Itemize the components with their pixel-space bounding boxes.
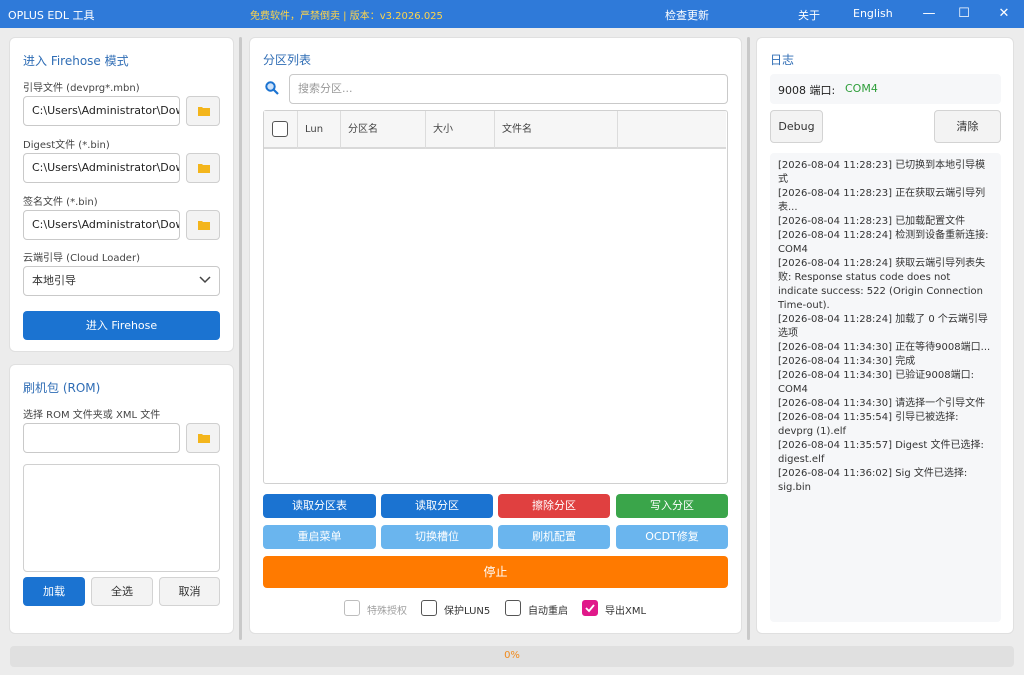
port-label: 9008 端口: <box>778 84 836 97</box>
digest-label: Digest文件 (*.bin) <box>23 140 110 151</box>
log-output[interactable]: [2026-08-04 11:28:23] 已切换到本地引导模式 [2026-0… <box>770 153 1001 622</box>
auto-reboot-label: 自动重启 <box>528 606 568 617</box>
chevron-down-icon <box>199 276 211 284</box>
log-title: 日志 <box>770 53 795 67</box>
port-status: 9008 端口: COM4 <box>770 74 1001 104</box>
special-auth-checkbox[interactable] <box>344 600 360 616</box>
export-xml-checkbox[interactable] <box>582 600 598 616</box>
reboot-menu-button[interactable]: 重启菜单 <box>263 525 376 549</box>
log-line: [2026-08-04 11:34:30] 已验证9008端口: COM4 <box>778 370 975 395</box>
read-partition-button[interactable]: 读取分区 <box>381 494 493 518</box>
partition-panel: 分区列表 搜索分区... Lun 分区名 大小 文件名 读取分区表 读取分区 擦… <box>249 37 742 634</box>
export-xml-label: 导出XML <box>605 606 647 617</box>
folder-icon <box>198 434 210 443</box>
sig-path-input[interactable]: C:\Users\Administrator\Dow <box>23 210 180 240</box>
log-line: [2026-08-04 11:28:23] 正在获取云端引导列表... <box>778 188 986 213</box>
protect-lun5-label: 保护LUN5 <box>444 606 491 617</box>
search-icon <box>265 81 279 95</box>
log-line: [2026-08-04 11:35:57] Digest 文件已选择: dige… <box>778 440 984 465</box>
rom-select-label: 选择 ROM 文件夹或 XML 文件 <box>23 410 161 421</box>
log-line: [2026-08-04 11:34:30] 请选择一个引导文件 <box>778 398 986 409</box>
firehose-title: 进入 Firehose 模式 <box>23 54 129 68</box>
select-all-header <box>264 111 298 149</box>
log-line: [2026-08-04 11:28:23] 已切换到本地引导模式 <box>778 160 986 185</box>
flash-config-button[interactable]: 刷机配置 <box>498 525 610 549</box>
protect-lun5-checkbox[interactable] <box>421 600 437 616</box>
partition-table-header: Lun 分区名 大小 文件名 <box>264 111 726 149</box>
cloud-loader-value: 本地引导 <box>32 274 76 287</box>
cloud-loader-select[interactable]: 本地引导 <box>23 266 220 296</box>
digest-browse-button[interactable] <box>186 153 220 183</box>
rom-title: 刷机包 (ROM) <box>23 381 101 395</box>
folder-icon <box>198 164 210 173</box>
rom-path-input[interactable] <box>23 423 180 453</box>
log-line: [2026-08-04 11:28:24] 加载了 0 个云端引导选项 <box>778 314 988 339</box>
partition-list-title: 分区列表 <box>263 53 312 67</box>
load-button[interactable]: 加载 <box>23 577 85 606</box>
select-all-checkbox[interactable] <box>272 121 288 137</box>
close-button[interactable]: ✕ <box>989 3 1019 25</box>
column-partition-name[interactable]: 分区名 <box>341 111 426 149</box>
maximize-button[interactable]: ☐ <box>949 3 979 25</box>
clear-log-button[interactable]: 清除 <box>934 110 1001 143</box>
rom-browse-button[interactable] <box>186 423 220 453</box>
partition-search-input[interactable]: 搜索分区... <box>289 74 728 104</box>
cloud-loader-label: 云端引导 (Cloud Loader) <box>23 253 140 264</box>
ocdt-repair-button[interactable]: OCDT修复 <box>616 525 728 549</box>
rom-panel: 刷机包 (ROM) 选择 ROM 文件夹或 XML 文件 加载 全选 取消 <box>9 364 234 634</box>
log-line: [2026-08-04 11:35:54] 引导已被选择: devprg (1)… <box>778 412 959 437</box>
folder-icon <box>198 107 210 116</box>
loader-browse-button[interactable] <box>186 96 220 126</box>
column-lun[interactable]: Lun <box>298 111 341 149</box>
sig-label: 签名文件 (*.bin) <box>23 197 98 208</box>
column-size[interactable]: 大小 <box>426 111 495 149</box>
read-partition-table-button[interactable]: 读取分区表 <box>263 494 376 518</box>
cancel-button[interactable]: 取消 <box>159 577 220 606</box>
enter-firehose-button[interactable]: 进入 Firehose <box>23 311 220 340</box>
stop-button[interactable]: 停止 <box>263 556 728 588</box>
progress-text: 0% <box>504 650 520 661</box>
digest-path-input[interactable]: C:\Users\Administrator\Dow <box>23 153 180 183</box>
log-line: [2026-08-04 11:36:02] Sig 文件已选择: sig.bin <box>778 468 968 493</box>
log-line: [2026-08-04 11:34:30] 正在等待9008端口... <box>778 342 991 353</box>
log-line: [2026-08-04 11:34:30] 完成 <box>778 356 916 367</box>
auto-reboot-checkbox[interactable] <box>505 600 521 616</box>
log-panel: 日志 9008 端口: COM4 Debug 清除 [2026-08-04 11… <box>756 37 1014 634</box>
about-link[interactable]: 关于 <box>798 7 820 23</box>
app-title: OPLUS EDL 工具 <box>8 9 95 22</box>
special-auth-label: 特殊授权 <box>367 606 407 617</box>
right-splitter[interactable] <box>747 37 750 640</box>
partition-table: Lun 分区名 大小 文件名 <box>263 110 728 484</box>
debug-button[interactable]: Debug <box>770 110 823 143</box>
loader-label: 引导文件 (devprg*.mbn) <box>23 83 140 94</box>
left-splitter[interactable] <box>239 37 242 640</box>
loader-path-input[interactable]: C:\Users\Administrator\Dow <box>23 96 180 126</box>
erase-partition-button[interactable]: 擦除分区 <box>498 494 610 518</box>
version-note: 免费软件，严禁倒卖 | 版本：v3.2026.025 <box>250 11 443 22</box>
sig-browse-button[interactable] <box>186 210 220 240</box>
minimize-button[interactable]: — <box>914 3 944 25</box>
firehose-panel: 进入 Firehose 模式 引导文件 (devprg*.mbn) C:\Use… <box>9 37 234 352</box>
port-value: COM4 <box>845 82 878 95</box>
write-partition-button[interactable]: 写入分区 <box>616 494 728 518</box>
select-all-button[interactable]: 全选 <box>91 577 153 606</box>
log-line: [2026-08-04 11:28:23] 已加载配置文件 <box>778 216 966 227</box>
language-link[interactable]: English <box>853 7 893 20</box>
title-bar: OPLUS EDL 工具 免费软件，严禁倒卖 | 版本：v3.2026.025 … <box>0 0 1024 28</box>
check-icon <box>585 604 595 613</box>
log-line: [2026-08-04 11:28:24] 检测到设备重新连接: COM4 <box>778 230 989 255</box>
column-file-name[interactable]: 文件名 <box>495 111 618 149</box>
rom-file-list[interactable] <box>23 464 220 572</box>
switch-slot-button[interactable]: 切换槽位 <box>381 525 493 549</box>
folder-icon <box>198 221 210 230</box>
check-update-link[interactable]: 检查更新 <box>665 7 709 23</box>
log-line: [2026-08-04 11:28:24] 获取云端引导列表失败: Respon… <box>778 258 986 311</box>
progress-bar: 0% <box>10 646 1014 667</box>
